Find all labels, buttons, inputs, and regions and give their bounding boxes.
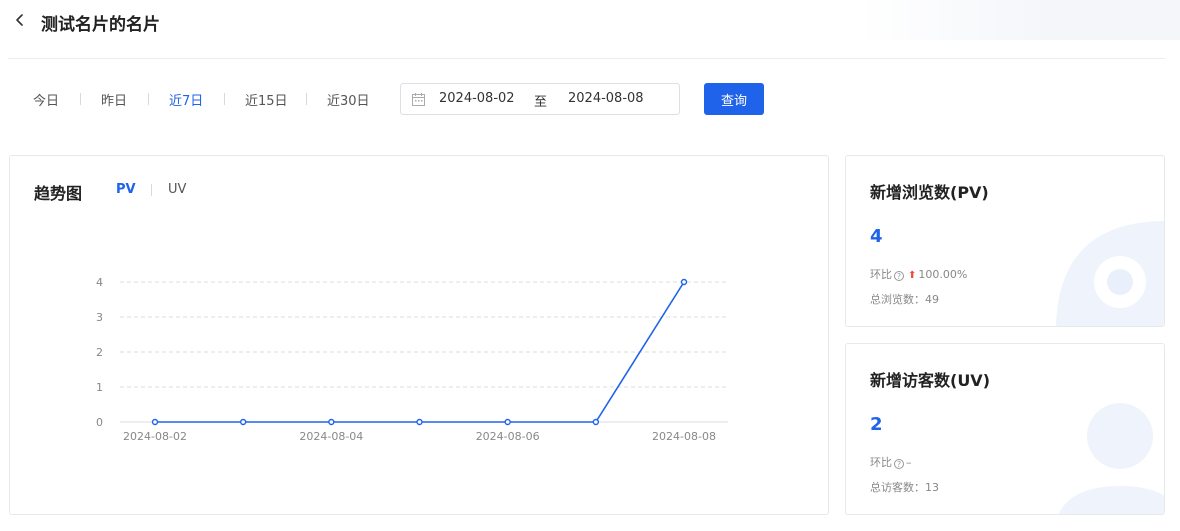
x-tick-label: 2024-08-08 [652, 430, 716, 443]
pv-compare-row: 环比? ⬆ 100.00% [870, 266, 967, 282]
help-icon[interactable]: ? [894, 459, 904, 469]
pv-total-row: 总浏览数：49 [870, 291, 939, 307]
range-tab-7days[interactable]: 近7日 [169, 90, 203, 109]
eye-decoration [1056, 221, 1164, 326]
help-icon[interactable]: ? [894, 271, 904, 281]
pv-stat-value: 4 [870, 226, 883, 247]
calendar-icon [412, 93, 425, 106]
trend-line-chart: 0 1 2 3 4 2024-08-02 2024-08-04 2024-08-06 2024-… [96, 276, 728, 443]
metric-tab-separator [151, 184, 152, 196]
y-tick-label: 4 [96, 276, 103, 289]
uv-stat-value: 2 [870, 414, 883, 435]
date-range-picker[interactable]: 至 [400, 83, 680, 115]
uv-total-row: 总访客数：13 [870, 479, 939, 495]
uv-total-label: 总访客数： [870, 481, 925, 494]
range-tab-yesterday[interactable]: 昨日 [101, 90, 127, 109]
metric-tab-pv[interactable]: PV [116, 182, 136, 197]
x-tick-label: 2024-08-04 [299, 430, 363, 443]
range-tab-today[interactable]: 今日 [33, 90, 59, 109]
data-point [151, 418, 159, 426]
range-tab-30days[interactable]: 近30日 [327, 90, 370, 109]
y-tick-label: 0 [96, 416, 103, 429]
x-tick-label: 2024-08-06 [476, 430, 540, 443]
y-tick-label: 2 [96, 346, 103, 359]
pv-compare-label: 环比 [870, 268, 892, 281]
pv-compare-value: 100.00% [918, 268, 968, 281]
data-point [239, 418, 247, 426]
uv-total-value: 13 [925, 481, 939, 494]
uv-stat-card: 新增访客数(UV) 2 环比? – 总访客数：13 [845, 343, 1165, 515]
uv-compare-label: 环比 [870, 456, 892, 469]
trend-chart-title: 趋势图 [34, 184, 83, 203]
back-arrow-icon[interactable] [12, 10, 28, 30]
data-point [504, 418, 511, 426]
uv-compare-row: 环比? – [870, 454, 912, 470]
filter-bar: 今日 昨日 近7日 近15日 近30日 至 查询 [0, 82, 1180, 116]
y-tick-label: 3 [96, 311, 103, 324]
end-date-input[interactable] [568, 91, 658, 106]
user-decoration [1059, 403, 1164, 514]
y-tick-label: 1 [96, 381, 103, 394]
range-tab-15days[interactable]: 近15日 [245, 90, 288, 109]
x-tick-label: 2024-08-02 [123, 430, 187, 443]
pv-total-label: 总浏览数： [870, 293, 925, 306]
metric-tab-uv[interactable]: UV [168, 182, 186, 197]
tab-separator [306, 93, 307, 105]
pv-stat-title: 新增浏览数(PV) [870, 183, 989, 202]
page-title: 测试名片的名片 [41, 15, 160, 35]
trend-chart-card: 趋势图 PV UV 0 1 2 3 4 2024-08-02 2024-08-04 2024-… [9, 155, 829, 515]
uv-compare-value: – [906, 456, 912, 469]
data-point [680, 278, 688, 286]
date-range-separator: 至 [534, 95, 548, 110]
up-arrow-icon: ⬆ [908, 270, 917, 281]
data-point [592, 418, 600, 426]
page-header: 测试名片的名片 [0, 0, 1180, 44]
header-decoration [860, 0, 1180, 40]
tab-separator [80, 93, 81, 105]
data-point [328, 418, 335, 426]
start-date-input[interactable] [439, 91, 529, 106]
tab-separator [148, 93, 149, 105]
uv-stat-title: 新增访客数(UV) [870, 371, 991, 390]
data-point [416, 418, 423, 426]
tab-separator [224, 93, 225, 105]
pv-stat-card: 新增浏览数(PV) 4 环比? ⬆ 100.00% 总浏览数：49 [845, 155, 1165, 327]
header-divider [8, 58, 1165, 59]
query-button[interactable]: 查询 [704, 83, 764, 115]
pv-total-value: 49 [925, 293, 939, 306]
